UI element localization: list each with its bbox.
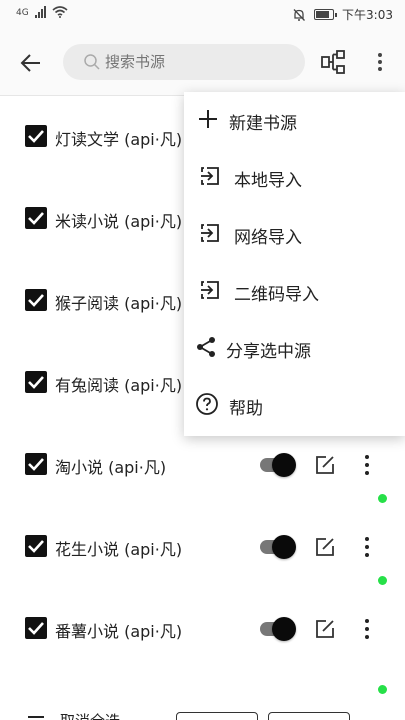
wifi-icon [52, 6, 68, 18]
source-checkbox[interactable] [25, 371, 47, 393]
overflow-menu: 新建书源 本地导入 网络导入 二维码导入 分享选中源 帮助 [184, 92, 405, 436]
source-name: 花生小说 (api·凡) [55, 540, 183, 559]
source-row[interactable]: 花生小说 (api·凡) [0, 494, 405, 588]
menu-item-label: 新建书源 [229, 114, 297, 134]
more-vert-icon[interactable] [358, 454, 376, 476]
status-dot [378, 685, 387, 694]
source-name: 灯读文学 (api·凡) [55, 130, 183, 149]
import-icon [201, 281, 219, 299]
deselect-checkbox[interactable] [28, 716, 44, 718]
source-checkbox[interactable] [25, 617, 47, 639]
more-vert-icon[interactable] [368, 50, 392, 74]
source-checkbox[interactable] [25, 207, 47, 229]
source-checkbox[interactable] [25, 125, 47, 147]
battery-icon [314, 9, 338, 20]
status-dot [378, 494, 387, 503]
status-dot [378, 576, 387, 585]
status-time: 下午3:03 [342, 8, 393, 22]
source-name: 猴子阅读 (api·凡) [55, 294, 183, 313]
edit-icon[interactable] [314, 454, 336, 476]
bottom-action-bar: 取消全选 [0, 700, 405, 720]
menu-item-network-import[interactable]: 网络导入 [184, 206, 405, 263]
search-box[interactable] [63, 44, 305, 80]
share-icon [197, 337, 215, 357]
enable-toggle[interactable] [258, 451, 298, 479]
status-bar: 4G 下午3:03 [0, 0, 405, 30]
menu-item-label: 二维码导入 [234, 285, 319, 305]
source-checkbox[interactable] [25, 289, 47, 311]
status-left: 4G [16, 6, 68, 18]
menu-item-help[interactable]: 帮助 [184, 377, 405, 434]
toolbar [0, 30, 405, 96]
bottom-action-button[interactable] [268, 712, 350, 720]
search-icon [84, 54, 100, 70]
import-icon [201, 167, 219, 185]
enable-toggle[interactable] [258, 615, 298, 643]
menu-item-label: 分享选中源 [226, 342, 311, 362]
toggle-knob [272, 453, 296, 477]
deselect-all-label[interactable]: 取消全选 [60, 710, 120, 720]
battery-level [316, 11, 330, 18]
menu-item-qr-import[interactable]: 二维码导入 [184, 263, 405, 320]
menu-item-label: 网络导入 [234, 228, 302, 248]
source-name: 有兔阅读 (api·凡) [55, 376, 183, 395]
menu-item-local-import[interactable]: 本地导入 [184, 149, 405, 206]
import-icon [201, 224, 219, 242]
menu-item-new-source[interactable]: 新建书源 [184, 92, 405, 149]
toggle-knob [272, 535, 296, 559]
signal-icon [34, 6, 46, 18]
source-checkbox[interactable] [25, 453, 47, 475]
source-checkbox[interactable] [25, 535, 47, 557]
source-name: 米读小说 (api·凡) [55, 212, 183, 231]
help-icon [196, 393, 218, 415]
edit-icon[interactable] [314, 618, 336, 640]
source-name: 番薯小说 (api·凡) [55, 622, 183, 641]
enable-toggle[interactable] [258, 533, 298, 561]
plus-icon [199, 110, 217, 128]
bottom-action-button[interactable] [176, 712, 258, 720]
source-row[interactable]: 淘小说 (api·凡) [0, 412, 405, 506]
menu-item-label: 本地导入 [234, 171, 302, 191]
search-input[interactable] [105, 53, 285, 71]
menu-item-share-selected[interactable]: 分享选中源 [184, 320, 405, 377]
back-arrow-icon[interactable] [18, 50, 44, 76]
more-vert-icon[interactable] [358, 536, 376, 558]
more-vert-icon[interactable] [358, 618, 376, 640]
edit-icon[interactable] [314, 536, 336, 558]
group-tree-icon[interactable] [320, 49, 346, 75]
status-right: 下午3:03 [292, 6, 393, 23]
source-name: 淘小说 (api·凡) [55, 458, 167, 477]
network-type: 4G [16, 8, 29, 18]
mute-bell-icon [293, 8, 306, 21]
menu-item-label: 帮助 [229, 399, 263, 419]
source-row[interactable]: 番薯小说 (api·凡) [0, 576, 405, 670]
toggle-knob [272, 617, 296, 641]
